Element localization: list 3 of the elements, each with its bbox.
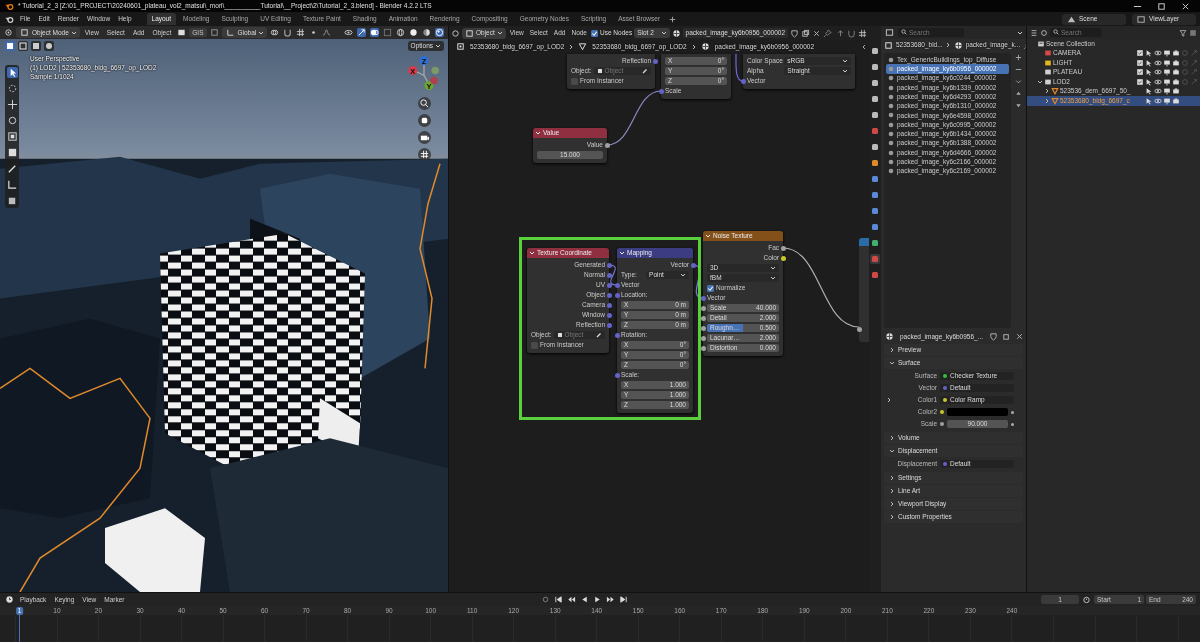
axis-label: Y bbox=[426, 81, 432, 91]
axis-label: Z bbox=[421, 56, 427, 66]
axis-label: X bbox=[410, 66, 416, 76]
